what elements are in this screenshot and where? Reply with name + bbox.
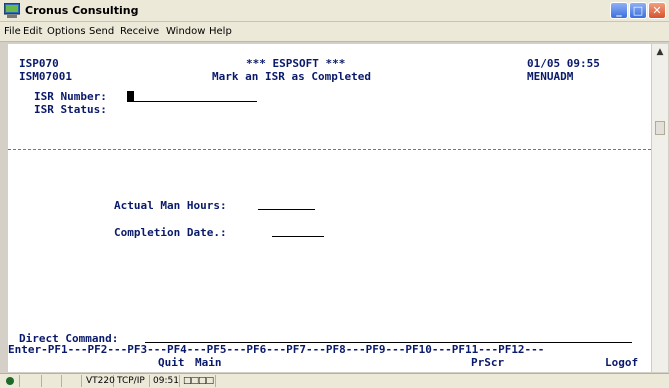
title-bar: Cronus Consulting _ □ ✕ (0, 0, 669, 22)
connection-status (0, 375, 20, 387)
close-icon: ✕ (652, 4, 662, 17)
terminal-icon (4, 3, 20, 18)
actual-man-hours-label: Actual Man Hours: (114, 199, 227, 212)
pf9-label[interactable]: PrScr (471, 356, 504, 369)
status-cell-blank-2 (42, 375, 62, 387)
menu-options[interactable]: Options (47, 26, 86, 37)
connection-light-icon (6, 377, 14, 385)
isr-number-input[interactable] (127, 101, 257, 102)
menu-help[interactable]: Help (209, 26, 232, 37)
pf12-label[interactable]: Logof (605, 356, 638, 369)
menu-id: MENUADM (527, 70, 574, 83)
menu-bar: File Edit Options Send Receive Window He… (0, 22, 669, 42)
isr-status-label: ISR Status: (34, 103, 107, 116)
menu-receive[interactable]: Receive (120, 26, 159, 37)
program-id: ISP070 (19, 57, 59, 70)
isr-number-label: ISR Number: (34, 90, 107, 103)
close-button[interactable]: ✕ (648, 2, 666, 19)
window-title: Cronus Consulting (25, 4, 139, 17)
completion-date-label: Completion Date.: (114, 226, 227, 239)
menu-send[interactable]: Send (89, 26, 114, 37)
terminal-type: VT220 (82, 375, 115, 387)
datetime: 01/05 09:55 (527, 57, 600, 70)
scroll-up-icon[interactable]: ▲ (652, 44, 668, 60)
vertical-scrollbar[interactable]: ▲ ▼ (651, 44, 668, 383)
screen-subtitle: Mark an ISR as Completed (212, 70, 371, 83)
separator-line (8, 149, 651, 150)
menu-edit[interactable]: Edit (23, 26, 42, 37)
status-cell-blank-3 (62, 375, 82, 387)
status-bar: VT220 TCP/IP 09:51 □□□□ (0, 373, 669, 388)
maximize-button[interactable]: □ (629, 2, 647, 19)
maximize-icon: □ (632, 4, 644, 17)
indicator-lights: □□□□ (180, 375, 216, 387)
status-time: 09:51 (150, 375, 180, 387)
actual-man-hours-input[interactable] (258, 209, 315, 210)
banner: *** ESPSOFT *** (246, 57, 346, 70)
menu-file[interactable]: File (4, 26, 21, 37)
pf3-label[interactable]: Quit (158, 356, 185, 369)
minimize-button[interactable]: _ (610, 2, 628, 19)
screen-id: ISM07001 (19, 70, 72, 83)
status-cell-blank-1 (20, 375, 42, 387)
minimize-icon: _ (616, 4, 622, 17)
menu-window[interactable]: Window (166, 26, 205, 37)
scroll-thumb[interactable] (655, 121, 665, 135)
pf-key-bar: Enter-PF1---PF2---PF3---PF4---PF5---PF6-… (8, 343, 545, 356)
protocol: TCP/IP (114, 375, 150, 387)
completion-date-input[interactable] (272, 236, 324, 237)
pf4-label[interactable]: Main (195, 356, 222, 369)
terminal-screen[interactable]: ISP070 ISM07001 *** ESPSOFT *** Mark an … (8, 44, 651, 372)
